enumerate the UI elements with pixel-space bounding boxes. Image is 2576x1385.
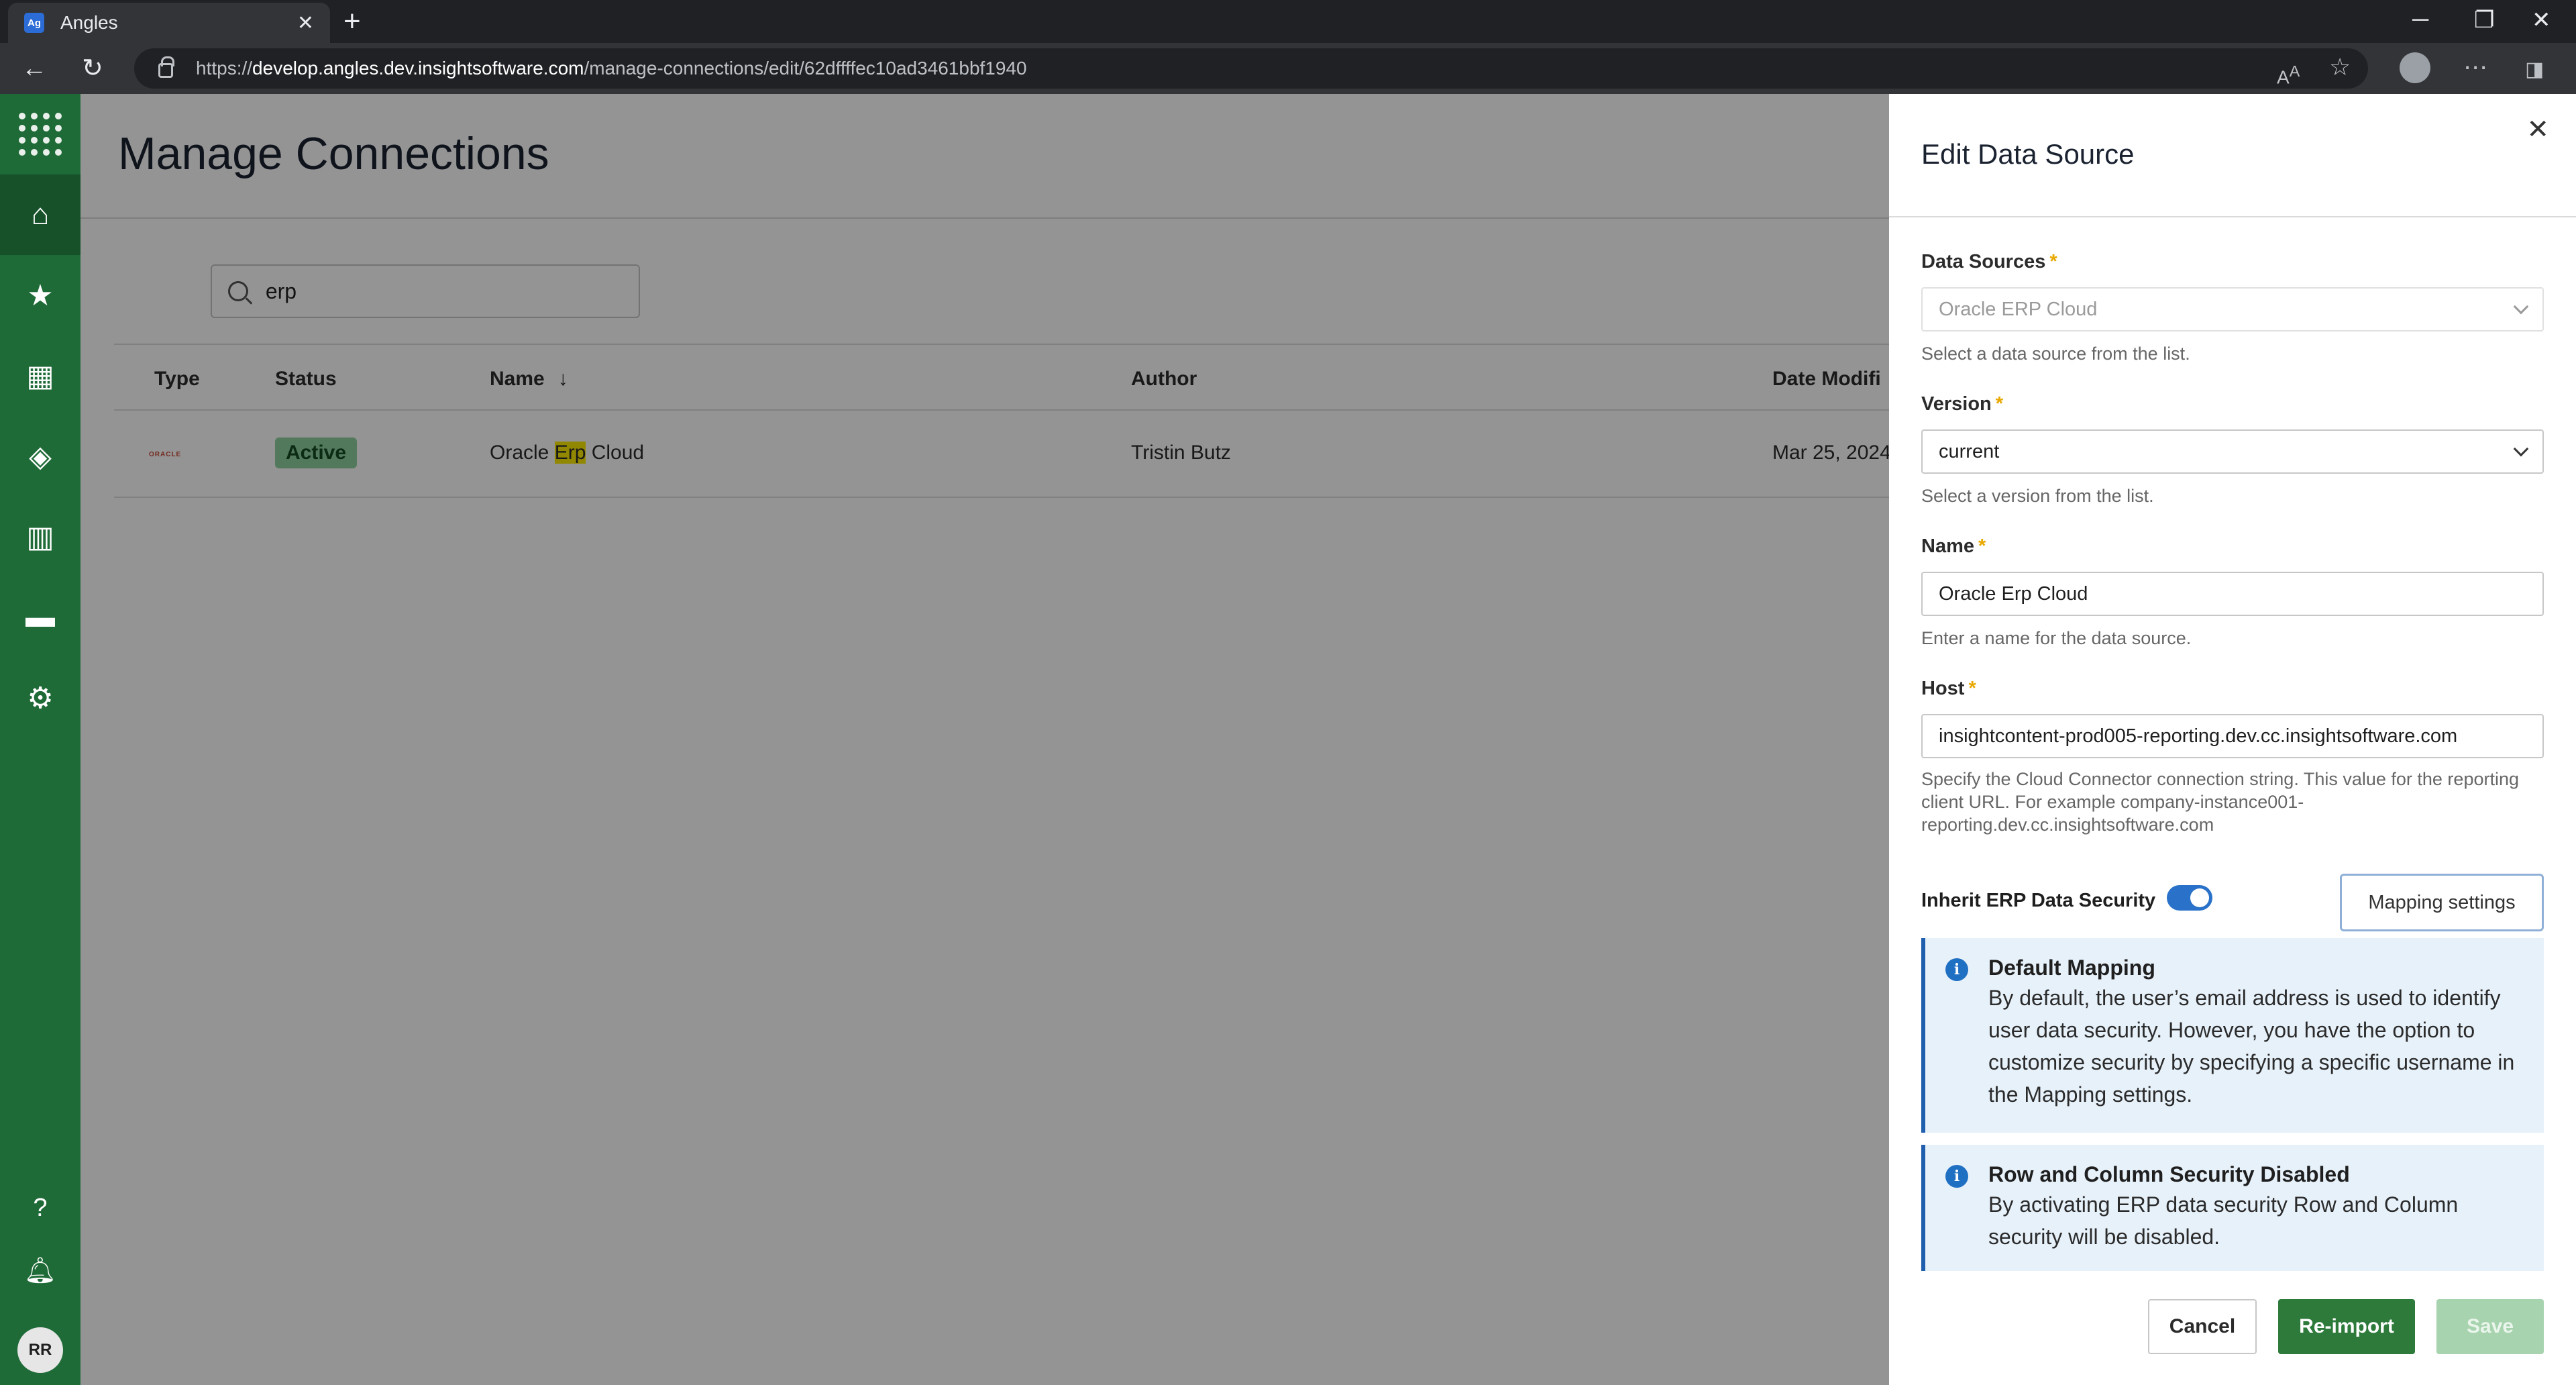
drawer-title: Edit Data Source	[1921, 138, 2135, 170]
angles-favicon-icon: Ag	[24, 13, 44, 33]
browser-window: Ag Angles ✕ + ─ ❐ ✕ ← ↻ https://develop.…	[0, 0, 2576, 1385]
back-icon[interactable]: ←	[21, 55, 47, 82]
host-input[interactable]: insightcontent-prod005-reporting.dev.cc.…	[1921, 714, 2544, 758]
read-aloud-icon[interactable]: AA	[2277, 58, 2300, 91]
info-body: By default, the user’s email address is …	[1988, 986, 2515, 1107]
layers-icon[interactable]: ◈	[0, 416, 80, 497]
favorites-icon[interactable]: ★	[0, 255, 80, 336]
default-mapping-info: i Default Mapping By default, the user’s…	[1921, 938, 2544, 1133]
row-column-security-info: i Row and Column Security Disabled By ac…	[1921, 1145, 2544, 1271]
name-input[interactable]: Oracle Erp Cloud	[1921, 572, 2544, 616]
version-help: Select a version from the list.	[1921, 486, 2154, 506]
mapping-settings-button[interactable]: Mapping settings	[2340, 874, 2544, 931]
tab-title: Angles	[60, 12, 118, 33]
cancel-button[interactable]: Cancel	[2148, 1299, 2257, 1354]
folder-icon[interactable]: ▬	[0, 577, 80, 658]
reimport-button[interactable]: Re-import	[2278, 1299, 2415, 1354]
inherit-security-label: Inherit ERP Data Security	[1921, 890, 2156, 911]
data-sources-select: Oracle ERP Cloud	[1921, 287, 2544, 331]
drawer-divider	[1889, 216, 2576, 217]
address-bar[interactable]: https://develop.angles.dev.insightsoftwa…	[134, 48, 2368, 89]
info-title: Row and Column Security Disabled	[1988, 1162, 2350, 1186]
version-label: Version *	[1921, 393, 2004, 415]
sidebar: ⌂ ★ ▦ ◈ ▥ ▬ ⚙ ? 🔔︎ RR	[0, 94, 80, 1385]
close-icon[interactable]: ✕	[2526, 114, 2549, 145]
name-help: Enter a name for the data source.	[1921, 628, 2192, 648]
info-title: Default Mapping	[1988, 956, 2155, 980]
chevron-down-icon	[2513, 441, 2529, 457]
user-avatar[interactable]: RR	[17, 1327, 63, 1373]
save-button[interactable]: Save	[2436, 1299, 2544, 1354]
reload-icon[interactable]: ↻	[82, 55, 103, 82]
info-icon: i	[1945, 1165, 1968, 1188]
lock-icon	[158, 56, 174, 78]
info-icon: i	[1945, 958, 1968, 981]
host-help: Specify the Cloud Connector connection s…	[1921, 769, 2519, 835]
new-tab-icon[interactable]: +	[343, 7, 361, 36]
chevron-down-icon	[2513, 299, 2529, 315]
apps-grid-icon[interactable]	[0, 94, 80, 174]
dashboards-icon[interactable]: ▦	[0, 336, 80, 416]
url-text: https://develop.angles.dev.insightsoftwa…	[196, 58, 1027, 79]
name-label: Name *	[1921, 535, 1986, 557]
host-label: Host *	[1921, 678, 1976, 699]
more-menu-icon[interactable]: ⋯	[2463, 54, 2487, 81]
restore-icon[interactable]: ❐	[2474, 7, 2494, 34]
data-sources-help: Select a data source from the list.	[1921, 344, 2190, 364]
close-window-icon[interactable]: ✕	[2532, 7, 2551, 34]
profile-icon[interactable]	[2400, 52, 2430, 83]
favorite-star-icon[interactable]: ☆	[2329, 54, 2351, 81]
inherit-security-toggle[interactable]	[2167, 885, 2212, 911]
browser-tab[interactable]: Ag Angles ✕	[8, 3, 330, 43]
info-body: By activating ERP data security Row and …	[1988, 1192, 2459, 1249]
data-sources-label: Data Sources *	[1921, 251, 2057, 272]
browser-toolbar: ← ↻ https://develop.angles.dev.insightso…	[0, 43, 2576, 94]
settings-gear-icon[interactable]: ⚙	[0, 658, 80, 738]
sidebar-toggle-icon[interactable]: ◨	[2525, 56, 2544, 83]
version-select[interactable]: current	[1921, 429, 2544, 474]
minimize-icon[interactable]: ─	[2412, 7, 2428, 33]
browser-titlebar: Ag Angles ✕ + ─ ❐ ✕	[0, 0, 2576, 43]
home-icon[interactable]: ⌂	[0, 174, 80, 255]
reports-chart-icon[interactable]: ▥	[0, 497, 80, 577]
edit-data-source-drawer: Edit Data Source ✕ Data Sources * Oracle …	[1889, 94, 2576, 1385]
notifications-bell-icon[interactable]: 🔔︎	[0, 1231, 80, 1311]
close-tab-icon[interactable]: ✕	[297, 11, 314, 35]
